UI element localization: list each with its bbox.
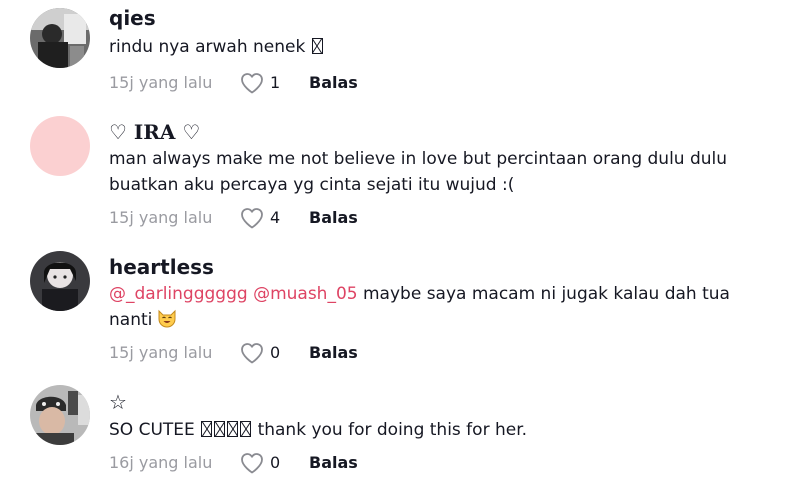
comment-text: SO CUTEE thank you for doing this for he… — [109, 417, 775, 443]
missing-glyph-box-icon — [201, 421, 213, 437]
comment-list: qies rindu nya arwah nenek 15j yang lalu… — [0, 0, 795, 483]
missing-glyph-box-icon — [311, 38, 323, 54]
comment-meta: 15j yang lalu 1 Balas — [109, 70, 775, 96]
like-count: 1 — [270, 73, 281, 92]
reply-button[interactable]: Balas — [309, 70, 358, 96]
avatar[interactable] — [30, 8, 90, 68]
comment-username[interactable]: qies — [109, 5, 775, 31]
missing-glyph-box-icon — [227, 421, 239, 437]
heart-outline-icon — [241, 343, 263, 364]
heart-outline-icon — [241, 73, 263, 94]
mention-link[interactable]: @_darlingggggg — [109, 284, 248, 304]
like-button[interactable]: 0 — [240, 450, 280, 476]
comment-timestamp: 15j yang lalu — [109, 73, 213, 92]
comment-username[interactable]: ♡ IRA ♡ — [109, 119, 775, 145]
comment-text: @_darlingggggg @muash_05 maybe saya maca… — [109, 281, 775, 333]
like-count: 0 — [270, 343, 281, 362]
comment-text-content: SO CUTEE — [109, 420, 195, 440]
like-button[interactable]: 4 — [240, 205, 280, 231]
comment-text-content: thank you for doing this for her. — [257, 420, 528, 440]
mention-link[interactable]: @muash_05 — [253, 284, 358, 304]
comment-username[interactable]: ☆ — [109, 389, 775, 415]
reply-button[interactable]: Balas — [309, 340, 358, 366]
comment-meta: 16j yang lalu 0 Balas — [109, 450, 775, 476]
avatar[interactable] — [30, 251, 90, 311]
avatar-photo-icon — [30, 385, 90, 445]
heart-outline-icon — [241, 453, 263, 474]
avatar[interactable] — [30, 116, 90, 176]
comment-text-content: rindu nya arwah nenek — [109, 37, 306, 57]
like-button[interactable]: 0 — [240, 340, 280, 366]
reply-button[interactable]: Balas — [309, 450, 358, 476]
like-count: 4 — [270, 208, 281, 227]
comment-timestamp: 15j yang lalu — [109, 208, 213, 227]
comment-timestamp: 15j yang lalu — [109, 343, 213, 362]
like-count: 0 — [270, 453, 281, 472]
missing-glyph-box-icon — [214, 421, 226, 437]
avatar-photo-icon — [30, 8, 90, 68]
comment-timestamp: 16j yang lalu — [109, 453, 213, 472]
missing-glyph-box-icon — [240, 421, 252, 437]
reply-button[interactable]: Balas — [309, 205, 358, 231]
comment-text: rindu nya arwah nenek — [109, 34, 775, 60]
heart-outline-icon — [241, 208, 263, 229]
like-button[interactable]: 1 — [240, 70, 280, 96]
comment-meta: 15j yang lalu 4 Balas — [109, 205, 775, 231]
comment-meta: 15j yang lalu 0 Balas — [109, 340, 775, 366]
comment-text: man always make me not believe in love b… — [109, 149, 728, 195]
avatar[interactable] — [30, 385, 90, 445]
avatar-photo-icon — [30, 251, 90, 311]
comment-username[interactable]: heartless — [109, 254, 775, 280]
smiling-cat-emoji-icon — [158, 309, 176, 328]
